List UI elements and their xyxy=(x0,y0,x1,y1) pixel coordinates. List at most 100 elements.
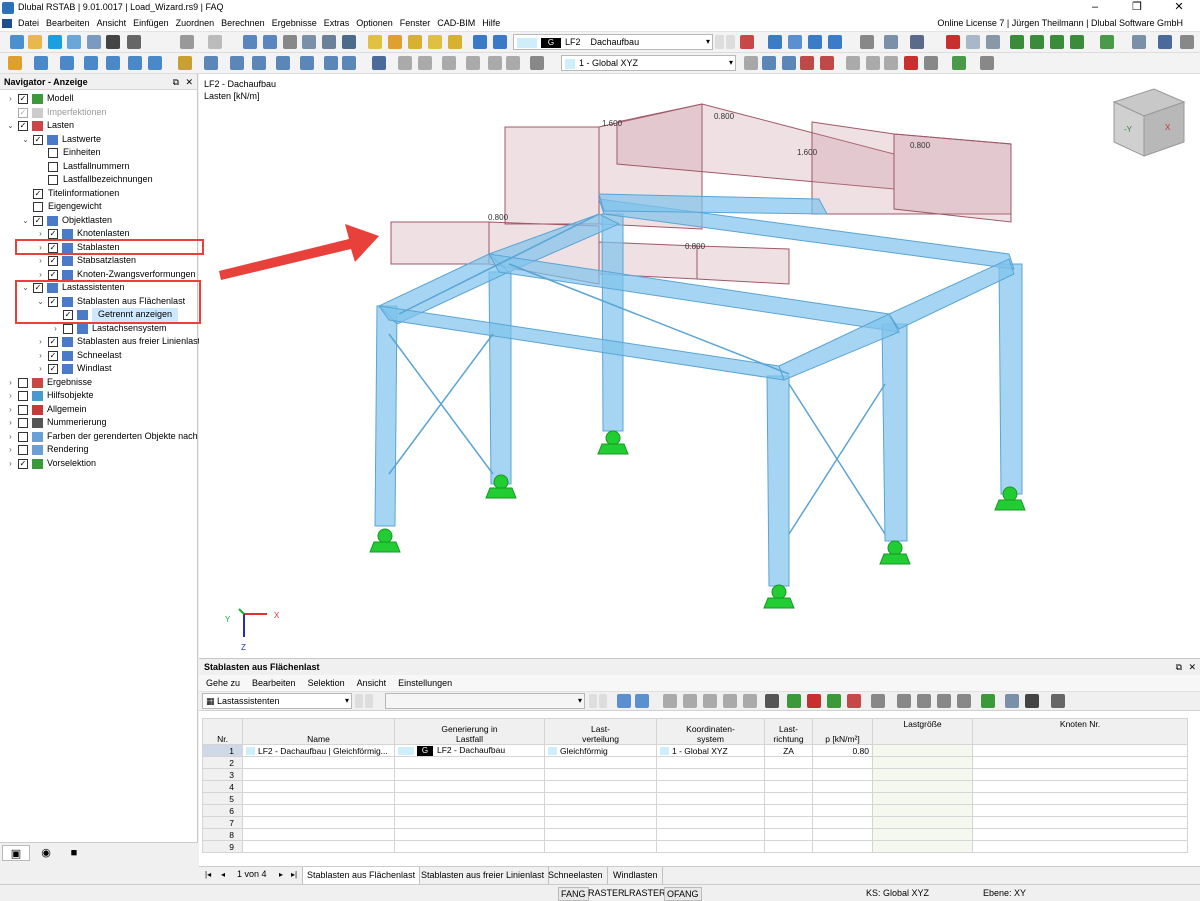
table-cell[interactable] xyxy=(764,816,813,829)
prev-icon[interactable] xyxy=(355,694,363,708)
table-row[interactable]: 1 LF2 - Dachaufbau | Gleichförmig... G LF… xyxy=(202,744,1188,757)
expand-icon[interactable]: › xyxy=(6,389,15,403)
show-loads-icon[interactable] xyxy=(740,35,754,49)
navigator-item[interactable]: › Ergebnisse xyxy=(0,376,197,390)
open-file-icon[interactable] xyxy=(28,35,42,49)
checkbox[interactable]: ✓ xyxy=(48,229,58,239)
load-distribution-icon[interactable] xyxy=(473,35,487,49)
table-cell[interactable] xyxy=(872,768,973,781)
coord-system-select[interactable]: 1 - Global XYZ ▾ xyxy=(561,55,736,71)
stresses-icon[interactable] xyxy=(860,35,874,49)
cloud-icon[interactable] xyxy=(342,35,356,49)
table-filter-select[interactable]: ▦ Lastassistenten ▾ xyxy=(202,693,352,709)
more-icon[interactable] xyxy=(1180,35,1194,49)
view-cube[interactable]: -Y X xyxy=(1112,88,1186,157)
deformation-icon[interactable] xyxy=(808,35,822,49)
table-cell[interactable] xyxy=(394,804,545,817)
table-cell[interactable] xyxy=(812,792,873,805)
search-icon[interactable] xyxy=(1051,694,1065,708)
save-icon[interactable] xyxy=(67,35,81,49)
table-cell[interactable] xyxy=(242,816,395,829)
checkbox[interactable] xyxy=(48,161,58,172)
table-cell[interactable] xyxy=(972,792,1188,805)
line-grid-icon[interactable] xyxy=(466,56,480,70)
expand-icon[interactable]: › xyxy=(6,92,15,106)
results-icon[interactable] xyxy=(768,35,782,49)
collapse-icon[interactable]: ⌄ xyxy=(21,214,30,228)
import-icon[interactable] xyxy=(787,694,801,708)
table-cell[interactable] xyxy=(544,792,657,805)
close-icon[interactable]: ✕ xyxy=(1188,659,1196,675)
checkbox[interactable] xyxy=(33,202,43,212)
select-icon[interactable] xyxy=(34,56,48,70)
prev-page-icon[interactable]: ◂ xyxy=(221,870,225,879)
navigator-item[interactable]: › ✓ Vorselektion xyxy=(0,457,197,471)
expand-icon[interactable]: › xyxy=(6,430,15,444)
new-file-icon[interactable] xyxy=(10,35,24,49)
table-cell[interactable] xyxy=(812,756,873,769)
object-select[interactable]: ▾ xyxy=(385,693,585,709)
delete-icon[interactable] xyxy=(904,56,918,70)
rotate-icon[interactable] xyxy=(230,56,244,70)
table-cell[interactable] xyxy=(656,840,765,853)
table-cell[interactable] xyxy=(972,768,1188,781)
table-menu-selection[interactable]: Selektion xyxy=(308,675,345,691)
table-cell[interactable] xyxy=(812,828,873,841)
screenshot-icon[interactable] xyxy=(924,56,938,70)
table-cell[interactable] xyxy=(764,804,813,817)
table-cell[interactable] xyxy=(242,828,395,841)
menu-zuordnen[interactable]: Zuordnen xyxy=(175,18,221,28)
last-page-icon[interactable]: ▸| xyxy=(291,870,297,879)
menu-datei[interactable]: Datei xyxy=(17,18,45,28)
formula-icon[interactable] xyxy=(917,694,931,708)
expand-icon[interactable]: › xyxy=(36,362,45,376)
cell-load-size[interactable] xyxy=(872,744,973,757)
function-edit-icon[interactable] xyxy=(937,694,951,708)
print-table-icon[interactable] xyxy=(1005,694,1019,708)
table-cell[interactable] xyxy=(812,780,873,793)
pen-icon[interactable] xyxy=(980,56,994,70)
checkbox[interactable]: ✓ xyxy=(33,188,43,199)
checkbox[interactable] xyxy=(18,404,28,415)
cell-distribution[interactable]: Gleichförmig xyxy=(544,744,657,757)
navigator-item[interactable]: › Allgemein xyxy=(0,403,197,417)
table-cell[interactable] xyxy=(872,780,973,793)
clear-icon[interactable] xyxy=(807,694,821,708)
tab-flaechenlast[interactable]: Stablasten aus Flächenlast xyxy=(302,867,421,885)
menu-ansicht[interactable]: Ansicht xyxy=(96,18,133,28)
table-cell[interactable] xyxy=(972,780,1188,793)
table-row[interactable]: 3 xyxy=(202,768,1188,781)
navigator-item[interactable]: ✓ Titelinformationen xyxy=(0,187,197,201)
filter-rows-icon[interactable] xyxy=(827,694,841,708)
table-cell[interactable] xyxy=(872,792,973,805)
tab-freie-linienlast[interactable]: Stablasten aus freier Linienlast xyxy=(417,867,550,885)
table-cell[interactable] xyxy=(812,768,873,781)
navigator-item[interactable]: › Hilfsobjekte xyxy=(0,389,197,403)
menu-ergebnisse[interactable]: Ergebnisse xyxy=(271,18,323,28)
table-cell[interactable] xyxy=(656,828,765,841)
load-node-icon[interactable] xyxy=(408,35,422,49)
connect-icon[interactable] xyxy=(324,56,338,70)
insert-row-icon[interactable] xyxy=(663,694,677,708)
table-cell[interactable] xyxy=(812,840,873,853)
deselect-icon[interactable] xyxy=(148,56,162,70)
scale-icon[interactable] xyxy=(910,35,924,49)
table-cell[interactable] xyxy=(544,804,657,817)
cell-p[interactable]: 0.80 xyxy=(812,744,873,757)
axis-neg-x-icon[interactable] xyxy=(1070,35,1084,49)
navigator-item[interactable]: Einheiten xyxy=(0,146,197,160)
table-cell[interactable] xyxy=(242,756,395,769)
animation-icon[interactable] xyxy=(884,35,898,49)
checkbox[interactable] xyxy=(18,445,28,455)
table-menu-goto[interactable]: Gehe zu xyxy=(206,675,240,691)
next-object-icon[interactable] xyxy=(599,694,607,708)
collapse-icon[interactable]: ⌄ xyxy=(6,119,15,133)
checkbox[interactable] xyxy=(48,175,58,185)
navigator-item[interactable]: › ✓ Stablasten aus freier Linienlast xyxy=(0,335,200,349)
table-row[interactable]: 7 xyxy=(202,816,1188,829)
guide-line-icon[interactable] xyxy=(398,56,412,70)
line-grid-toggle[interactable]: LRASTER xyxy=(624,887,666,899)
table-cell[interactable] xyxy=(764,828,813,841)
checkbox[interactable]: ✓ xyxy=(48,337,58,347)
menu-extras[interactable]: Extras xyxy=(323,18,356,28)
